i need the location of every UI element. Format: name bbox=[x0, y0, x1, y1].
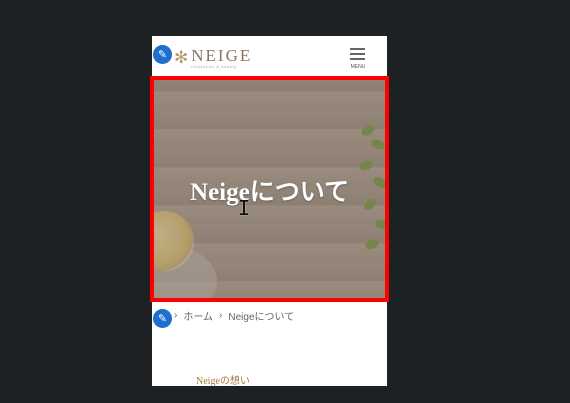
breadcrumb-separator: › bbox=[174, 310, 178, 321]
site-logo[interactable]: ✻ NEIGE relaxation & beauty bbox=[174, 46, 252, 70]
breadcrumb-separator: › bbox=[219, 310, 223, 321]
section-title: Neigeの想い bbox=[196, 376, 250, 386]
highlight-box bbox=[150, 76, 389, 302]
breadcrumb: › ホーム › Neigeについて bbox=[174, 308, 300, 323]
menu-label: MENU bbox=[350, 64, 366, 70]
pencil-icon[interactable]: ✎ bbox=[153, 45, 172, 64]
logo-tagline: relaxation & beauty bbox=[191, 63, 237, 69]
hamburger-icon bbox=[350, 48, 365, 50]
pencil-icon[interactable]: ✎ bbox=[153, 309, 172, 328]
breadcrumb-current: Neigeについて bbox=[228, 312, 295, 323]
logo-name: NEIGE bbox=[191, 45, 253, 65]
hamburger-line bbox=[350, 58, 365, 60]
menu-button[interactable]: MENU bbox=[347, 47, 367, 71]
hamburger-line bbox=[350, 53, 365, 55]
site-header: ✻ NEIGE relaxation & beauty MENU ✎ bbox=[152, 36, 387, 76]
snowflake-icon: ✻ bbox=[174, 47, 189, 68]
breadcrumb-home-link[interactable]: ホーム bbox=[183, 308, 213, 323]
